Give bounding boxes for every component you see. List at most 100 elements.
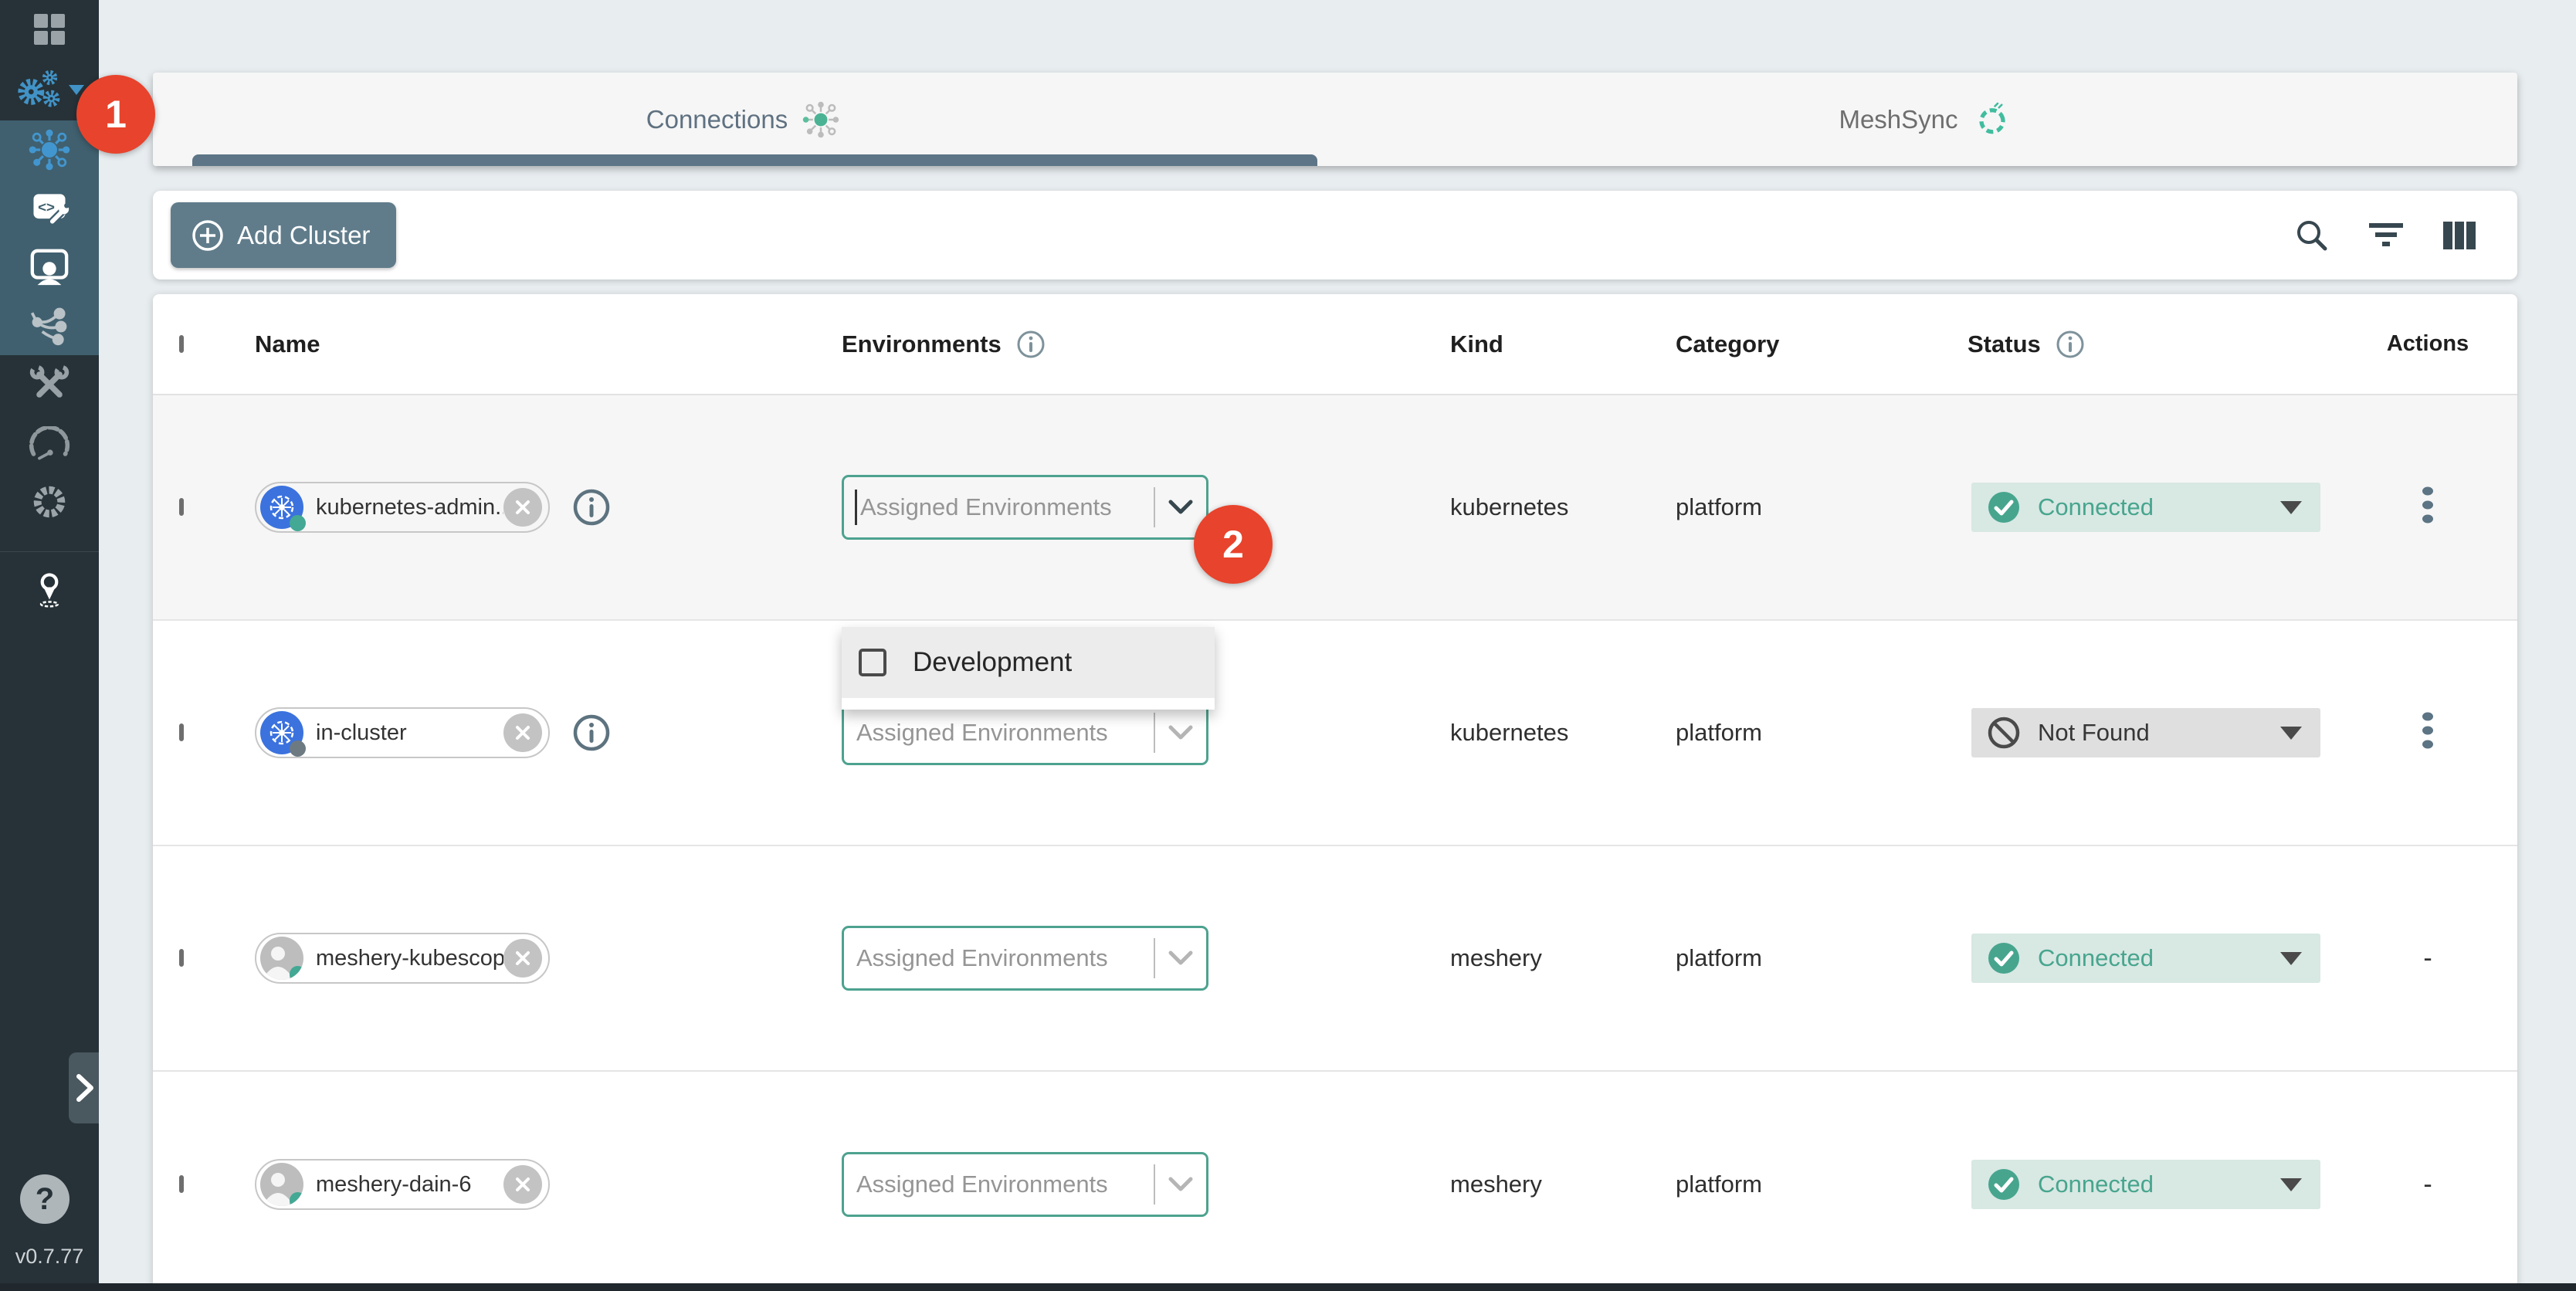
column-header-environments[interactable]: Environments <box>842 330 1002 358</box>
status-label: Connected <box>2038 493 2154 521</box>
delete-connection-button[interactable] <box>503 488 542 527</box>
status-select[interactable]: Connected <box>1971 1160 2320 1209</box>
filter-button[interactable] <box>2368 220 2405 251</box>
kubernetes-icon <box>260 486 303 529</box>
environments-select[interactable] <box>842 475 1208 540</box>
row-checkbox[interactable] <box>179 1175 184 1193</box>
category-value: platform <box>1676 944 1762 971</box>
connection-chip[interactable]: in-cluster <box>255 707 550 758</box>
environments-select[interactable] <box>842 700 1208 765</box>
environment-option-checkbox[interactable] <box>859 649 886 676</box>
column-header-kind[interactable]: Kind <box>1450 330 1503 358</box>
sidebar-item-extensions[interactable] <box>0 473 99 531</box>
environments-select[interactable] <box>842 926 1208 991</box>
select-all-checkbox[interactable] <box>179 335 184 353</box>
environments-select-open-button[interactable] <box>1155 1176 1206 1193</box>
connection-info-button[interactable] <box>571 713 612 753</box>
status-info-icon[interactable] <box>2055 329 2086 360</box>
table-row: meshery-dain-6 <box>153 1072 2517 1291</box>
meshsync-spinner-icon <box>1971 98 2014 141</box>
chevron-right-icon <box>71 1070 97 1106</box>
active-tab-indicator <box>192 154 1317 166</box>
status-select[interactable]: Not Found <box>1971 708 2320 757</box>
help-button[interactable]: ? <box>20 1174 69 1224</box>
status-label: Connected <box>2038 944 2154 972</box>
environments-input[interactable] <box>844 1171 1154 1198</box>
caret-down-icon <box>2280 501 2302 514</box>
sidebar-item-adapters[interactable]: <> <box>0 179 99 238</box>
tab-meshsync[interactable]: MeshSync <box>1335 73 2517 166</box>
environments-select-open-button[interactable] <box>1155 950 1206 967</box>
annotation-badge-2: 2 <box>1194 505 1273 584</box>
add-cluster-label: Add Cluster <box>237 221 370 250</box>
environments-input[interactable] <box>844 944 1154 972</box>
annotation-badge-1-label: 1 <box>105 92 127 137</box>
environments-input[interactable] <box>857 493 1154 521</box>
category-value: platform <box>1676 719 1762 746</box>
connection-chip[interactable]: kubernetes-admin... <box>255 482 550 533</box>
sidebar-item-dashboard[interactable] <box>0 0 99 59</box>
close-icon <box>514 949 532 967</box>
caret-down-icon <box>2280 727 2302 740</box>
category-value: platform <box>1676 493 1762 520</box>
kind-value: kubernetes <box>1450 719 1568 746</box>
help-question-icon: ? <box>36 1182 54 1217</box>
column-header-category[interactable]: Category <box>1676 330 1779 358</box>
environments-select-open-button[interactable] <box>1155 499 1206 516</box>
sidebar-collapse-button[interactable] <box>69 1052 99 1123</box>
row-checkbox[interactable] <box>179 498 184 516</box>
status-select[interactable]: Connected <box>1971 934 2320 983</box>
sidebar-lifecycle-group: <> <box>0 120 99 355</box>
row-actions-menu-button[interactable] <box>2422 710 2434 755</box>
environments-input[interactable] <box>844 719 1154 747</box>
code-adapter-icon: <> <box>28 187 71 230</box>
table-row: meshery-kubescop... <box>153 846 2517 1072</box>
column-header-status[interactable]: Status <box>1968 330 2041 358</box>
table-row: kubernetes-admin... <box>153 395 2517 621</box>
sidebar: <> <box>0 0 99 1291</box>
kind-value: meshery <box>1450 1171 1542 1198</box>
connections-mesh-icon <box>27 127 72 172</box>
check-circle-icon <box>1987 941 2021 975</box>
meshery-avatar-icon <box>260 1163 303 1206</box>
row-checkbox[interactable] <box>179 949 184 967</box>
environment-option-development[interactable]: Development <box>842 627 1215 698</box>
connection-chip[interactable]: meshery-dain-6 <box>255 1159 550 1210</box>
tab-meshsync-label: MeshSync <box>1839 105 1957 134</box>
table-toolbar: Add Cluster <box>153 191 2517 280</box>
dashboard-icon <box>32 12 66 46</box>
sidebar-item-organization[interactable] <box>0 552 99 626</box>
delete-connection-button[interactable] <box>503 1165 542 1204</box>
tab-connections[interactable]: Connections <box>153 73 1335 166</box>
view-columns-button[interactable] <box>2442 220 2477 251</box>
environments-select[interactable] <box>842 1152 1208 1217</box>
sidebar-item-performance[interactable] <box>0 414 99 473</box>
search-button[interactable] <box>2293 217 2330 254</box>
kubernetes-icon <box>260 711 303 754</box>
connection-status-dot <box>290 1192 303 1206</box>
status-label: Connected <box>2038 1171 2154 1198</box>
column-header-name[interactable]: Name <box>255 330 320 358</box>
no-actions-dash: - <box>2423 944 2432 974</box>
search-icon <box>2293 217 2330 254</box>
row-actions-menu-button[interactable] <box>2422 485 2434 530</box>
view-columns-icon <box>2442 220 2477 251</box>
sidebar-item-configuration[interactable] <box>0 355 99 414</box>
sidebar-item-workspaces[interactable] <box>0 238 99 296</box>
sidebar-item-designs[interactable] <box>0 296 99 355</box>
connection-name: meshery-dain-6 <box>316 1172 471 1198</box>
chevron-down-icon <box>1168 1176 1194 1193</box>
row-checkbox[interactable] <box>179 723 184 741</box>
connection-chip[interactable]: meshery-kubescop... <box>255 933 550 984</box>
check-circle-icon <box>1987 490 2021 524</box>
environments-select-open-button[interactable] <box>1155 724 1206 741</box>
delete-connection-button[interactable] <box>503 939 542 978</box>
delete-connection-button[interactable] <box>503 713 542 752</box>
connection-info-button[interactable] <box>571 487 612 527</box>
add-cluster-button[interactable]: Add Cluster <box>171 202 396 268</box>
environments-info-icon[interactable] <box>1015 329 1046 360</box>
table-header-row: Name Environments Kind Category Status A… <box>153 294 2517 395</box>
status-select[interactable]: Connected <box>1971 483 2320 532</box>
lifecycle-gears-icon <box>15 67 63 112</box>
info-icon <box>571 713 612 753</box>
